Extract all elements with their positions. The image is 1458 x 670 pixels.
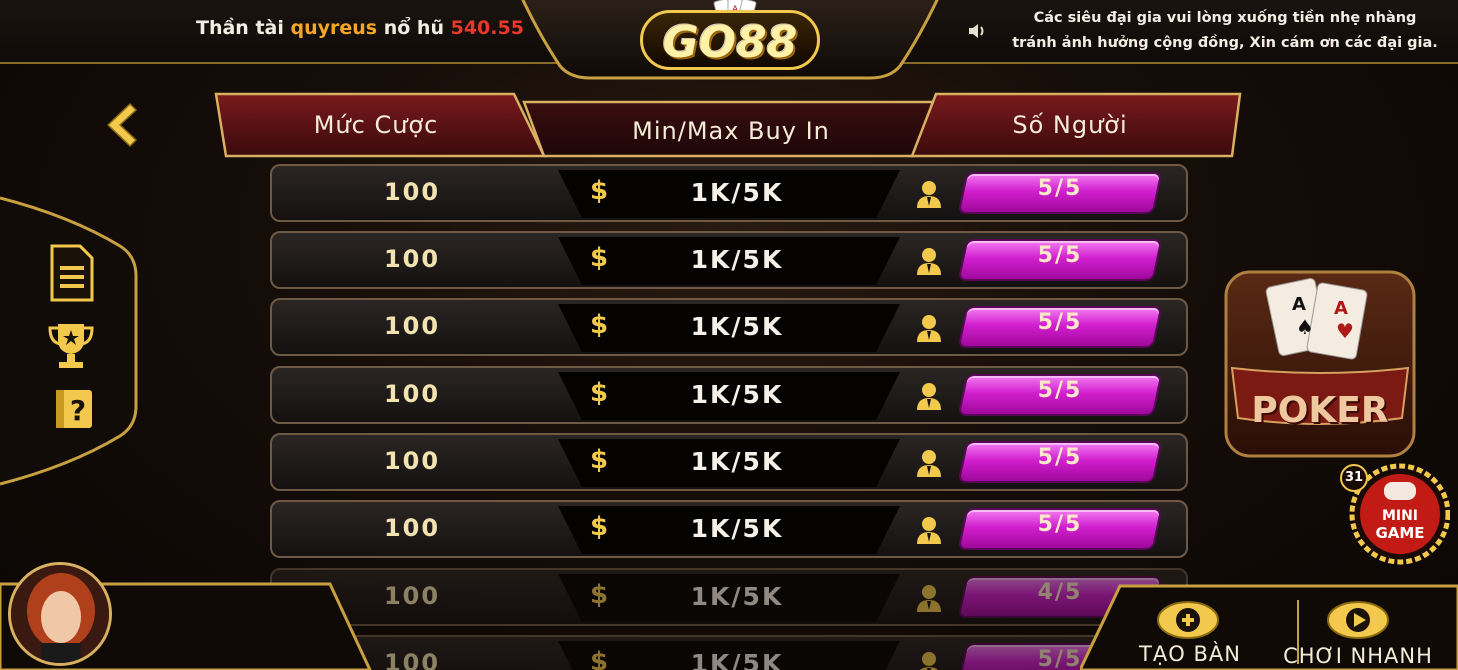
play-icon[interactable] [1326,600,1390,640]
row-bet: 100 [383,514,441,542]
avatar-image [11,565,109,663]
logo: A GO88 [520,0,940,82]
row-bet: 100 [383,380,441,408]
row-players: 5/5 [1037,512,1083,537]
header-players-label: Số Người [1012,111,1128,139]
table-row[interactable]: 100 $1K/5K 5/5 [270,298,1188,356]
row-bet: 100 [383,178,441,206]
table-row[interactable]: 100 $1K/5K 5/5 [270,366,1188,424]
row-buyin: 1K/5K [690,312,784,341]
jackpot-prefix: Thần tài [196,17,284,39]
row-bet: 100 [383,447,441,475]
avatar[interactable] [8,562,112,666]
table-row[interactable]: 100 $1K/5K 5/5 [270,500,1188,558]
row-buyin: 1K/5K [690,582,784,611]
jackpot-ticker: Thần tài quyreus nổ hũ 540.55 [196,17,524,39]
notice-banner: Các siêu đại gia vui lòng xuống tiền nhẹ… [1000,6,1450,56]
trophy-icon[interactable] [46,320,96,372]
svg-text:A: A [1334,298,1348,319]
dollar-icon: $ [589,243,609,273]
row-buyin: 1K/5K [690,447,784,476]
person-icon [917,181,941,208]
jackpot-user: quyreus [290,17,378,39]
back-arrow-icon[interactable] [100,100,140,150]
row-buyin: 1K/5K [690,245,784,274]
poker-label: POKER [1251,390,1389,431]
row-buyin: 1K/5K [690,178,784,207]
minigame-line-1: MINI [1381,508,1419,524]
quick-play-button[interactable]: CHƠI NHANH [1276,644,1440,668]
plus-icon[interactable] [1156,600,1220,640]
jackpot-amount: 540.55 [450,17,524,39]
header-bet[interactable]: Mức Cược [216,92,536,158]
person-icon [917,315,941,342]
header-bet-label: Mức Cược [313,111,439,139]
poker-game-card[interactable]: A A ♠ ♥ [1222,268,1418,460]
notice-line-1: Các siêu đại gia vui lòng xuống tiền nhẹ… [1033,10,1417,26]
table-row[interactable]: 100 $1K/5K 4/5 [270,568,1188,626]
table-row[interactable]: 100 $1K/5K 5/5 [270,433,1188,491]
row-players: 5/5 [1037,378,1083,403]
table-row[interactable]: 100 $1K/5K 5/5 [270,635,1188,670]
logo-text: GO88 [640,10,820,70]
dollar-icon: $ [589,310,609,340]
minigame-badge: 31 [1344,470,1364,485]
speaker-icon[interactable] [966,20,988,42]
row-players: 5/5 [1037,445,1083,470]
row-players: 5/5 [1037,310,1083,335]
dollar-icon: $ [589,378,609,408]
table-row[interactable]: 100 $1K/5K 5/5 [270,164,1188,222]
row-bet: 100 [383,312,441,340]
header-buyin-label: Min/Max Buy In [632,117,830,145]
document-icon[interactable] [48,244,96,302]
svg-text:A: A [1292,294,1306,315]
notice-line-2: tránh ảnh hưởng cộng đồng, Xin cám ơn cá… [1012,35,1438,51]
create-table-button[interactable]: TẠO BÀN [1120,642,1260,666]
dollar-icon: $ [589,647,609,670]
person-icon [917,450,941,477]
row-buyin: 1K/5K [690,649,784,670]
help-icon[interactable]: ? [52,388,96,430]
row-bet: 100 [383,245,441,273]
person-icon [917,585,941,612]
minigame-line-2: GAME [1375,524,1425,542]
row-buyin: 1K/5K [690,514,784,543]
person-icon [917,248,941,275]
person-icon [920,652,938,670]
dollar-icon: $ [589,176,609,206]
person-icon [917,383,941,410]
table-row[interactable]: 100 $1K/5K 5/5 [270,231,1188,289]
svg-text:♠: ♠ [1296,315,1314,339]
person-icon [917,517,941,544]
svg-text:?: ? [70,394,86,427]
row-buyin: 1K/5K [690,380,784,409]
row-players: 5/5 [1037,243,1083,268]
dollar-icon: $ [589,512,609,542]
jackpot-mid: nổ hũ [383,17,444,39]
dollar-icon: $ [589,445,609,475]
header-buyin[interactable]: Min/Max Buy In [546,98,916,164]
header-players[interactable]: Số Người [920,92,1220,158]
row-players: 5/5 [1037,176,1083,201]
dollar-icon: $ [589,580,609,610]
svg-text:♥: ♥ [1336,319,1354,343]
